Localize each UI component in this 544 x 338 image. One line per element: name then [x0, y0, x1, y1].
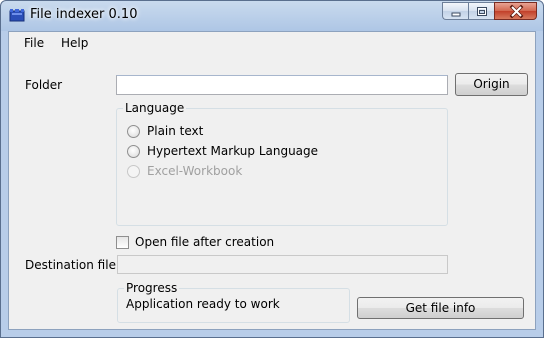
- language-group-title: Language: [123, 101, 187, 115]
- radio-label: Excel-Workbook: [147, 164, 243, 178]
- menu-file[interactable]: File: [24, 36, 44, 50]
- origin-button[interactable]: Origin: [455, 73, 528, 96]
- caption-buttons: [442, 2, 537, 21]
- close-button[interactable]: [494, 2, 537, 20]
- minimize-button[interactable]: [442, 2, 468, 20]
- progress-groupbox: Progress Application ready to work: [117, 281, 350, 323]
- app-window: File indexer 0.10 File Help Folder Origi…: [0, 0, 544, 338]
- close-icon: [509, 4, 524, 19]
- window-title: File indexer 0.10: [30, 7, 138, 22]
- client-area: File Help Folder Origin Language Plain t…: [8, 31, 536, 330]
- radio-plain-text[interactable]: Plain text: [127, 123, 203, 139]
- menu-help[interactable]: Help: [61, 36, 88, 50]
- radio-html[interactable]: Hypertext Markup Language: [127, 143, 318, 159]
- progress-group-title: Progress: [124, 281, 180, 295]
- open-after-creation-checkbox[interactable]: [116, 235, 129, 249]
- maximize-button[interactable]: [468, 2, 494, 20]
- radio-label: Hypertext Markup Language: [147, 144, 319, 158]
- minimize-icon: [451, 12, 461, 17]
- radio-button[interactable]: [127, 124, 140, 138]
- title-bar[interactable]: File indexer 0.10: [1, 1, 543, 31]
- radio-label: Plain text: [147, 124, 204, 138]
- destination-input: [117, 255, 448, 274]
- folder-input[interactable]: [116, 75, 448, 95]
- open-after-creation-row[interactable]: Open file after creation: [116, 235, 274, 249]
- progress-status: Application ready to work: [126, 297, 280, 311]
- maximize-icon: [477, 7, 487, 16]
- radio-excel-workbook: Excel-Workbook: [127, 163, 242, 179]
- get-file-info-button[interactable]: Get file info: [357, 297, 524, 319]
- destination-label: Destination file: [25, 258, 116, 272]
- menu-bar: File Help: [9, 32, 535, 54]
- radio-button[interactable]: [127, 144, 140, 158]
- language-groupbox: Language Plain text Hypertext Markup Lan…: [116, 101, 448, 226]
- app-icon: [9, 9, 25, 22]
- folder-label: Folder: [25, 78, 63, 92]
- radio-button: [127, 164, 140, 178]
- open-after-creation-label: Open file after creation: [135, 235, 275, 249]
